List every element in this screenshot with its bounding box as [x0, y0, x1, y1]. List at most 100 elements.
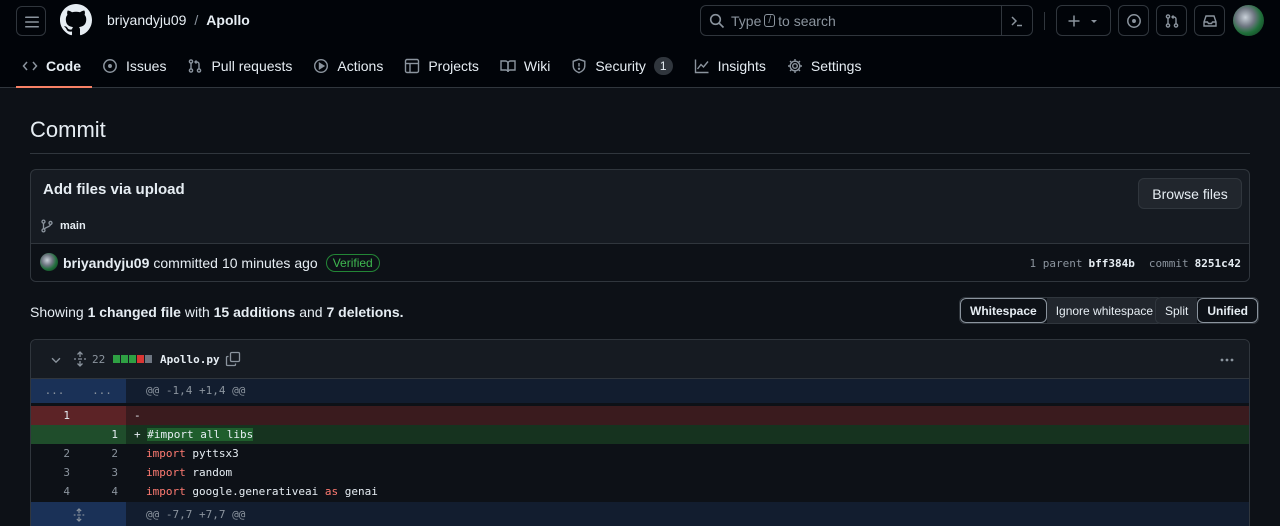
stats-files: 1 changed file — [87, 304, 181, 320]
line-code-text: #import all libs — [147, 428, 254, 441]
gear-icon — [787, 59, 802, 73]
diff-file: 22 Apollo.py ... ... @@ -1,4 +1,4 @@ 1 -… — [30, 339, 1250, 526]
issues-button[interactable] — [1118, 5, 1149, 36]
tab-security[interactable]: Security 1 — [565, 46, 683, 86]
commit-time: 10 minutes ago — [221, 255, 318, 271]
chevron-down-icon[interactable] — [49, 353, 63, 367]
author-avatar[interactable] — [40, 253, 58, 271]
breadcrumb: briyandyju09 / Apollo — [107, 12, 250, 28]
inbox-button[interactable] — [1194, 5, 1225, 36]
new-line-number[interactable]: 2 — [78, 444, 126, 463]
hamburger-icon — [25, 16, 39, 28]
diff-line-deleted: 1 - — [31, 406, 1249, 425]
expand-all-button[interactable] — [31, 502, 126, 526]
breadcrumb-separator: / — [194, 12, 199, 28]
old-line-number[interactable]: 2 — [31, 444, 78, 463]
new-line-number[interactable]: 4 — [78, 482, 126, 501]
hunk-header-row: ... ... @@ -1,4 +1,4 @@ — [31, 379, 1249, 403]
line-code: - — [126, 406, 1249, 425]
github-logo-icon[interactable] — [60, 4, 92, 36]
tab-insights[interactable]: Insights — [688, 46, 777, 86]
search-placeholder-suffix: to search — [778, 12, 836, 29]
search-shortcut-key: / — [764, 14, 776, 27]
keyword: import — [146, 466, 186, 479]
repo-owner-link[interactable]: briyandyju09 — [107, 12, 186, 28]
tab-label: Code — [46, 58, 81, 74]
branch-link[interactable]: main — [40, 219, 86, 233]
new-line-number[interactable] — [78, 406, 126, 425]
tab-code[interactable]: Code — [16, 46, 92, 88]
repo-nav: Code Issues Pull requests Actions Projec… — [16, 46, 876, 88]
repo-name-link[interactable]: Apollo — [206, 12, 250, 28]
tab-label: Insights — [717, 58, 766, 74]
old-line-number[interactable]: 1 — [31, 406, 78, 425]
author-link[interactable]: briyandyju09 — [63, 255, 149, 271]
git-branch-icon — [41, 219, 53, 233]
tab-label: Wiki — [523, 58, 551, 74]
tab-wiki[interactable]: Wiki — [494, 46, 561, 86]
parent-sha-link[interactable]: bff384b — [1089, 257, 1135, 270]
add-marker: + — [134, 428, 141, 441]
issue-opened-icon — [1126, 13, 1141, 28]
commit-shas: 1 parent bff384b commit 8251c42 — [1030, 257, 1241, 270]
tab-label: Projects — [428, 58, 479, 74]
parent-label: 1 parent — [1029, 257, 1083, 270]
old-line-number[interactable]: 4 — [31, 482, 78, 501]
commit-action: committed — [153, 255, 218, 271]
tab-pull-requests[interactable]: Pull requests — [181, 46, 303, 86]
play-icon — [314, 58, 329, 74]
file-name-link[interactable]: Apollo.py — [160, 353, 220, 366]
unified-button[interactable]: Unified — [1197, 298, 1259, 323]
stats-additions: 15 additions — [213, 304, 296, 320]
menu-button[interactable] — [16, 6, 46, 36]
browse-files-button[interactable]: Browse files — [1138, 178, 1242, 209]
issue-opened-icon — [103, 59, 117, 73]
diffstat-blocks — [113, 355, 152, 363]
stats-deletions: 7 deletions. — [326, 304, 404, 320]
split-button[interactable]: Split — [1156, 298, 1198, 323]
table-icon — [405, 58, 420, 74]
diffstat-add-block — [121, 355, 128, 363]
whitespace-button[interactable]: Whitespace — [960, 298, 1047, 323]
diffstat-neutral-block — [145, 355, 152, 363]
old-line-number[interactable]: 3 — [31, 463, 78, 482]
expand-up-button[interactable]: ... — [31, 379, 78, 403]
commit-sha: 8251c42 — [1194, 257, 1241, 270]
tab-projects[interactable]: Projects — [398, 46, 490, 86]
diff-view-toggle: Split Unified — [1155, 297, 1260, 324]
old-line-number[interactable] — [31, 425, 78, 444]
unfold-icon[interactable] — [72, 351, 88, 367]
line-code: + #import all libs — [126, 425, 1249, 444]
tab-issues[interactable]: Issues — [96, 46, 177, 86]
commit-box: Add files via upload Browse files main b… — [30, 169, 1250, 282]
verified-badge[interactable]: Verified — [325, 254, 380, 272]
expand-down-button[interactable]: ... — [78, 379, 126, 403]
git-pull-request-icon — [1165, 13, 1178, 28]
file-header: 22 Apollo.py — [31, 340, 1249, 379]
new-line-number[interactable]: 3 — [78, 463, 126, 482]
security-count-badge: 1 — [653, 57, 673, 75]
line-code-text: genai — [338, 485, 378, 498]
user-avatar[interactable] — [1233, 5, 1264, 36]
new-line-number[interactable]: 1 — [78, 425, 126, 444]
ignore-whitespace-button[interactable]: Ignore whitespace — [1046, 298, 1163, 323]
tab-label: Settings — [810, 58, 862, 74]
command-palette-button[interactable] — [1001, 6, 1032, 35]
pull-requests-button[interactable] — [1156, 5, 1187, 36]
title-divider — [30, 153, 1250, 154]
page-title: Commit — [30, 117, 106, 142]
tab-actions[interactable]: Actions — [307, 46, 394, 86]
author-line: briyandyju09 committed 10 minutes ago Ve… — [63, 254, 380, 272]
copy-icon[interactable] — [225, 351, 241, 367]
tab-label: Pull requests — [211, 58, 293, 74]
shield-icon — [572, 58, 586, 74]
line-code-text: google.generativeai — [185, 485, 325, 498]
tab-settings[interactable]: Settings — [781, 46, 873, 86]
kebab-horizontal-icon[interactable] — [1219, 352, 1235, 368]
create-new-button[interactable] — [1056, 5, 1111, 36]
git-pull-request-icon — [189, 59, 202, 73]
line-code: import google.generativeai as genai — [126, 482, 1249, 501]
stats-and: and — [299, 304, 323, 320]
book-icon — [500, 60, 516, 73]
search-input[interactable]: Type / to search — [700, 5, 1033, 36]
